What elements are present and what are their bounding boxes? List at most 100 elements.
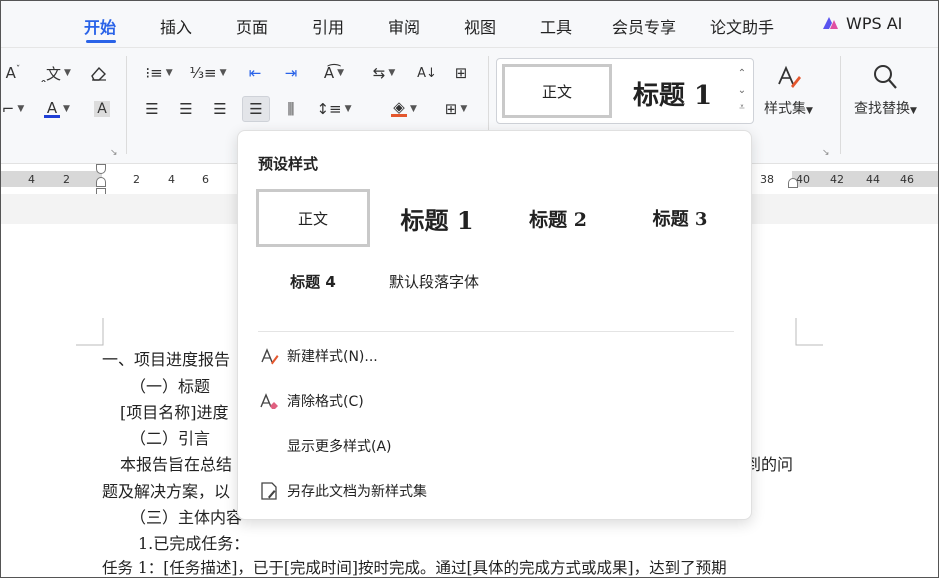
borders-button[interactable]: ⊞ ▼: [436, 96, 476, 122]
shading-button[interactable]: ◈ ▼: [384, 96, 424, 122]
show-more-styles-label: 显示更多样式(A): [287, 439, 392, 455]
show-marks-button[interactable]: ⊞: [448, 60, 474, 86]
tab-references[interactable]: 引用: [312, 14, 344, 38]
clear-format-icon: [258, 390, 280, 412]
doc-paragraph[interactable]: 题及解决方案，以: [102, 478, 230, 502]
ruler-tick: 42: [830, 173, 844, 186]
doc-paragraph[interactable]: 到的问: [745, 451, 793, 475]
strikethrough-button[interactable]: ⌐ ▼: [0, 96, 26, 122]
chevron-up-icon[interactable]: ⌃: [735, 65, 749, 82]
clear-format-menu-item[interactable]: 清除格式(C): [258, 385, 734, 417]
table-layout-icon: ⊞: [454, 64, 468, 82]
find-replace-button[interactable]: 查找替换▼: [854, 62, 917, 118]
doc-paragraph[interactable]: 1.已完成任务：: [138, 530, 249, 554]
ruler-tick: 6: [202, 173, 209, 186]
group-separator: [840, 56, 841, 154]
ruler-tick: 40: [796, 173, 810, 186]
style-set-button[interactable]: 样式集▼: [764, 62, 813, 118]
wps-ai-label: WPS AI: [846, 13, 903, 33]
style-set-label: 样式集: [764, 101, 806, 117]
clear-format-toolbar-button[interactable]: [86, 60, 112, 86]
new-style-menu-item[interactable]: 新建样式(N)...: [258, 340, 734, 372]
doc-paragraph[interactable]: 一、项目进度报告: [102, 346, 230, 370]
find-replace-label: 查找替换: [854, 101, 910, 117]
align-right-icon: ☰: [213, 100, 227, 118]
ruler-tick: 38: [760, 173, 774, 186]
gallery-style-heading1[interactable]: 标题 1: [633, 75, 712, 112]
hanging-indent-marker[interactable]: [96, 177, 106, 187]
bullet-list-button[interactable]: ⁝≡ ▼: [140, 60, 178, 86]
paint-bucket-icon: ◈: [391, 100, 408, 117]
justify-icon: ☰: [249, 100, 263, 118]
align-right-button[interactable]: ☰: [208, 96, 232, 122]
first-line-indent-marker[interactable]: [96, 164, 106, 174]
wps-ai-button[interactable]: WPS AI: [820, 13, 902, 33]
doc-paragraph[interactable]: 本报告旨在总结: [120, 451, 232, 475]
expand-gallery-icon[interactable]: ⩡: [735, 99, 749, 116]
swap-icon: ⇆: [372, 64, 386, 82]
ruler-tick: 2: [63, 173, 70, 186]
save-style-set-menu-item[interactable]: 另存此文档为新样式集: [258, 475, 734, 507]
align-left-button[interactable]: ☰: [140, 96, 164, 122]
style-gallery[interactable]: 正文 标题 1 ⌃ ⌄ ⩡: [496, 58, 754, 124]
styles-dialog-launcher[interactable]: ↘: [822, 148, 830, 158]
sort-az-icon: A↓: [417, 65, 437, 81]
preset-style-default-font[interactable]: 默认段落字体: [378, 259, 490, 303]
sort-az-button[interactable]: A↓: [414, 60, 440, 86]
font-color-icon: A: [44, 100, 61, 118]
group-separator: [126, 56, 127, 154]
char-shading-button[interactable]: A: [90, 96, 114, 122]
border-icon: ⊞: [444, 100, 458, 118]
increase-indent-button[interactable]: ⇥: [278, 60, 304, 86]
preset-style-heading2[interactable]: 标题 2: [508, 193, 608, 243]
ruler-tick: 46: [900, 173, 914, 186]
doc-paragraph[interactable]: [项目名称]进度: [120, 399, 229, 423]
line-spacing-button[interactable]: ↕≡ ▼: [314, 96, 354, 122]
active-tab-indicator: [86, 40, 116, 43]
text-effect-button[interactable]: Aˇ: [0, 60, 26, 86]
doc-paragraph[interactable]: （二）引言: [130, 425, 210, 449]
text-direction-icon: A͡: [323, 64, 335, 82]
tab-view[interactable]: 视图: [464, 14, 496, 38]
preset-style-heading1[interactable]: 标题 1: [386, 193, 488, 243]
font-color-button[interactable]: A ▼: [38, 96, 76, 122]
decrease-indent-icon: ⇤: [248, 64, 262, 82]
distribute-icon: ⫼: [287, 100, 295, 118]
preset-style-heading3[interactable]: 标题 3: [630, 193, 730, 243]
doc-paragraph[interactable]: （三）主体内容: [130, 504, 242, 528]
preset-style-normal[interactable]: 正文: [256, 189, 370, 247]
justify-button[interactable]: ☰: [242, 96, 270, 122]
numbered-list-button[interactable]: ⅓≡ ▼: [188, 60, 228, 86]
right-indent-marker[interactable]: [788, 178, 798, 188]
show-more-styles-menu-item[interactable]: 显示更多样式(A): [258, 430, 734, 462]
gallery-style-normal[interactable]: 正文: [502, 64, 612, 118]
dropdown-separator: [258, 331, 734, 332]
tab-home[interactable]: 开始: [84, 14, 116, 38]
tab-review[interactable]: 审阅: [388, 14, 420, 38]
tab-insert[interactable]: 插入: [160, 14, 192, 38]
increase-indent-icon: ⇥: [284, 64, 298, 82]
preset-style-heading4[interactable]: 标题 4: [268, 259, 358, 303]
text-effect-icon: Aˇ: [5, 64, 21, 82]
margin-corner-top-left: [76, 318, 104, 346]
tab-thesis-assistant[interactable]: 论文助手: [710, 14, 774, 38]
phonetic-guide-button[interactable]: ꞈ文 ▼: [36, 60, 76, 86]
font-dialog-launcher[interactable]: ↘: [110, 148, 118, 158]
save-style-set-icon: [258, 480, 280, 502]
chevron-down-icon[interactable]: ⌄: [735, 82, 749, 99]
sort-button[interactable]: ⇆ ▼: [364, 60, 404, 86]
tab-page[interactable]: 页面: [236, 14, 268, 38]
align-left-icon: ☰: [145, 100, 159, 118]
distributed-align-button[interactable]: ⫼: [278, 96, 304, 122]
tab-tools[interactable]: 工具: [540, 14, 572, 38]
margin-corner-top-right: [795, 318, 823, 346]
align-center-button[interactable]: ☰: [174, 96, 198, 122]
doc-paragraph[interactable]: 任务 1：[任务描述]，已于[完成时间]按时完成。通过[具体的完成方式或成果]，…: [102, 556, 727, 578]
decrease-indent-button[interactable]: ⇤: [242, 60, 268, 86]
text-direction-button[interactable]: A͡ ▼: [314, 60, 354, 86]
char-shading-icon: A: [94, 101, 110, 117]
tab-member[interactable]: 会员专享: [612, 14, 676, 38]
doc-paragraph[interactable]: （一）标题: [130, 373, 210, 397]
wps-ai-icon: [823, 17, 838, 29]
search-icon: [874, 65, 898, 89]
